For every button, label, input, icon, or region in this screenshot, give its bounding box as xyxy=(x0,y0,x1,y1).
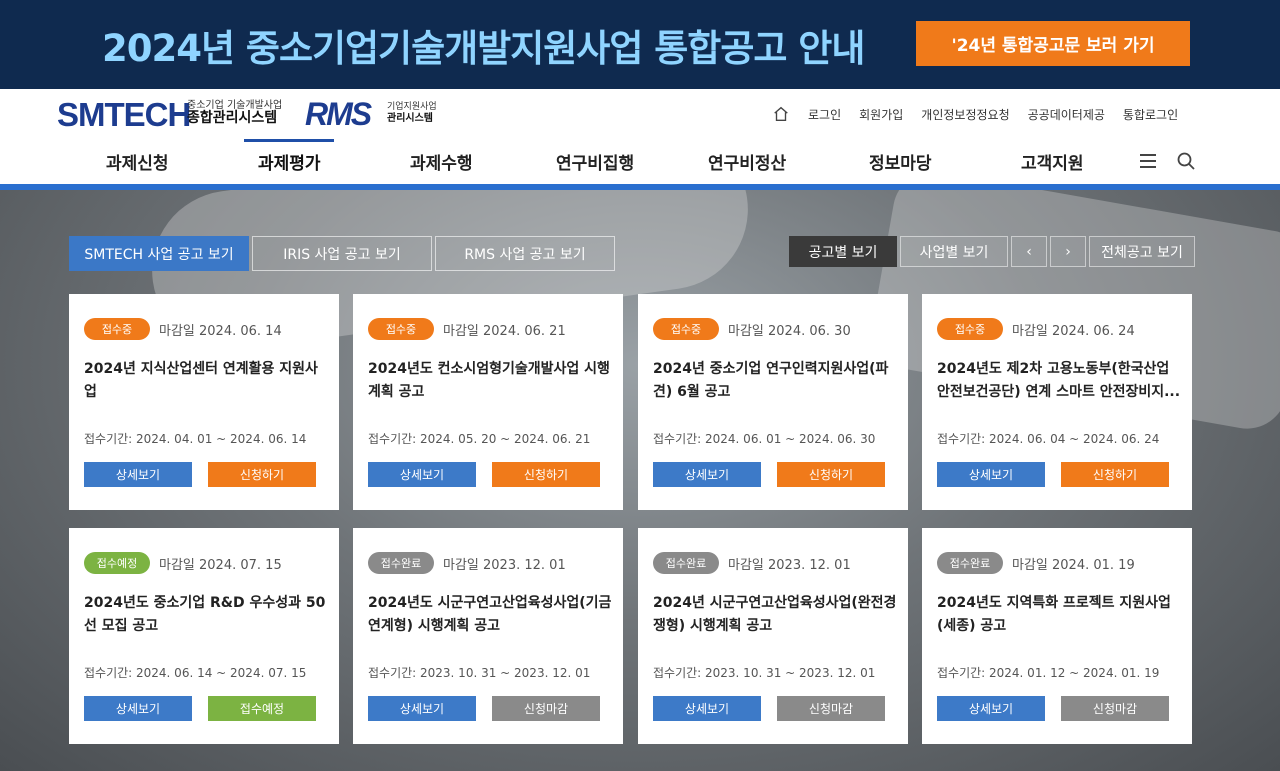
application-period: 접수기간: 2024. 05. 20 ~ 2024. 06. 21 xyxy=(368,432,591,446)
nav-task-execution[interactable]: 과제수행 xyxy=(410,149,473,174)
util-signup[interactable]: 회원가입 xyxy=(859,106,903,123)
detail-button[interactable]: 상세보기 xyxy=(653,462,761,487)
nav-customer-support[interactable]: 고객지원 xyxy=(1021,149,1084,174)
notice-title[interactable]: 2024년 중소기업 연구인력지원사업(파견) 6월 공고 xyxy=(653,358,898,404)
notice-title[interactable]: 2024년도 시군구연고산업육성사업(기금연계형) 시행계획 공고 xyxy=(368,592,613,638)
status-badge: 접수중 xyxy=(937,318,1003,340)
detail-button[interactable]: 상세보기 xyxy=(937,462,1045,487)
detail-button[interactable]: 상세보기 xyxy=(84,696,192,721)
notice-title[interactable]: 2024년도 중소기업 R&D 우수성과 50선 모집 공고 xyxy=(84,592,329,638)
view-all-notices-button[interactable]: 전체공고 보기 xyxy=(1089,236,1195,267)
application-period: 접수기간: 2024. 06. 01 ~ 2024. 06. 30 xyxy=(653,432,876,446)
rms-logo[interactable]: RMS xyxy=(305,96,372,133)
detail-button[interactable]: 상세보기 xyxy=(937,696,1045,721)
status-badge: 접수완료 xyxy=(937,552,1003,574)
notice-card: 접수중 마감일 2024. 06. 21 2024년도 컨소시엄형기술개발사업 시행… xyxy=(353,294,623,510)
utility-menu: 로그인 회원가입 개인정보정정요청 공공데이터제공 통합로그인 xyxy=(772,105,1178,123)
apply-button[interactable]: 신청하기 xyxy=(777,462,885,487)
apply-button[interactable]: 접수예정 xyxy=(208,696,316,721)
notice-title[interactable]: 2024년도 컨소시엄형기술개발사업 시행계획 공고 xyxy=(368,358,613,404)
detail-button[interactable]: 상세보기 xyxy=(653,696,761,721)
view-controls: 공고별 보기 사업별 보기 ‹ › 전체공고 보기 xyxy=(789,236,1195,267)
notice-card: 접수중 마감일 2024. 06. 24 2024년도 제2차 고용노동부(한국산업… xyxy=(922,294,1192,510)
deadline-text: 마감일 2024. 07. 15 xyxy=(159,558,282,573)
detail-button[interactable]: 상세보기 xyxy=(84,462,192,487)
deadline-text: 마감일 2023. 12. 01 xyxy=(728,558,851,573)
notice-section: SMTECH 사업 공고 보기 IRIS 사업 공고 보기 RMS 사업 공고 … xyxy=(0,190,1280,771)
deadline-text: 마감일 2024. 01. 19 xyxy=(1012,558,1135,573)
status-badge: 접수중 xyxy=(368,318,434,340)
notice-card: 접수완료 마감일 2024. 01. 19 2024년도 지역특화 프로젝트 지원사… xyxy=(922,528,1192,744)
prev-page-button[interactable]: ‹ xyxy=(1011,236,1047,267)
nav-fund-execution[interactable]: 연구비집행 xyxy=(556,149,634,174)
site-header: SMTECH 중소기업 기술개발사업 종합관리시스템 RMS 기업지원사업 관리… xyxy=(0,89,1280,184)
util-privacy-request[interactable]: 개인정보정정요청 xyxy=(921,106,1009,123)
util-public-data[interactable]: 공공데이터제공 xyxy=(1028,106,1105,123)
banner-notice-button[interactable]: '24년 통합공고문 보러 가기 xyxy=(916,21,1190,66)
status-badge: 접수완료 xyxy=(653,552,719,574)
detail-button[interactable]: 상세보기 xyxy=(368,696,476,721)
util-integrated-login[interactable]: 통합로그인 xyxy=(1123,106,1178,123)
top-banner: 2024년 중소기업기술개발지원사업 통합공고 안내 '24년 통합공고문 보러… xyxy=(0,0,1280,89)
main-navigation: 과제신청 과제평가 과제수행 연구비집행 연구비정산 정보마당 고객지원 xyxy=(0,139,1280,184)
notice-card: 접수완료 마감일 2023. 12. 01 2024년도 시군구연고산업육성사업(기… xyxy=(353,528,623,744)
notice-card: 접수완료 마감일 2023. 12. 01 2024년 시군구연고산업육성사업(완전… xyxy=(638,528,908,744)
next-page-button[interactable]: › xyxy=(1050,236,1086,267)
view-by-notice-button[interactable]: 공고별 보기 xyxy=(789,236,897,267)
notice-title[interactable]: 2024년 지식산업센터 연계활용 지원사업 xyxy=(84,358,329,404)
status-badge: 접수중 xyxy=(653,318,719,340)
deadline-text: 마감일 2023. 12. 01 xyxy=(443,558,566,573)
status-badge: 접수중 xyxy=(84,318,150,340)
application-period: 접수기간: 2024. 06. 04 ~ 2024. 06. 24 xyxy=(937,432,1160,446)
notice-card: 접수중 마감일 2024. 06. 30 2024년 중소기업 연구인력지원사업(파… xyxy=(638,294,908,510)
detail-button[interactable]: 상세보기 xyxy=(368,462,476,487)
apply-button[interactable]: 신청마감 xyxy=(777,696,885,721)
nav-active-indicator xyxy=(244,139,334,142)
smtech-logo[interactable]: SMTECH xyxy=(57,96,191,134)
home-icon[interactable] xyxy=(772,105,790,123)
notice-card: 접수예정 마감일 2024. 07. 15 2024년도 중소기업 R&D 우수성과… xyxy=(69,528,339,744)
tab-smtech-notices[interactable]: SMTECH 사업 공고 보기 xyxy=(69,236,249,271)
view-by-project-button[interactable]: 사업별 보기 xyxy=(900,236,1008,267)
tab-iris-notices[interactable]: IRIS 사업 공고 보기 xyxy=(252,236,432,271)
apply-button[interactable]: 신청하기 xyxy=(1061,462,1169,487)
deadline-text: 마감일 2024. 06. 30 xyxy=(728,324,851,339)
banner-title: 2024년 중소기업기술개발지원사업 통합공고 안내 xyxy=(102,27,865,70)
apply-button[interactable]: 신청마감 xyxy=(492,696,600,721)
nav-task-apply[interactable]: 과제신청 xyxy=(106,149,169,174)
notice-title[interactable]: 2024년도 지역특화 프로젝트 지원사업(세종) 공고 xyxy=(937,592,1182,638)
notice-card: 접수중 마감일 2024. 06. 14 2024년 지식산업센터 연계활용 지원사… xyxy=(69,294,339,510)
util-login[interactable]: 로그인 xyxy=(808,106,841,123)
status-badge: 접수완료 xyxy=(368,552,434,574)
application-period: 접수기간: 2024. 06. 14 ~ 2024. 07. 15 xyxy=(84,666,307,680)
application-period: 접수기간: 2023. 10. 31 ~ 2023. 12. 01 xyxy=(368,666,591,680)
application-period: 접수기간: 2023. 10. 31 ~ 2023. 12. 01 xyxy=(653,666,876,680)
deadline-text: 마감일 2024. 06. 21 xyxy=(443,324,566,339)
nav-icons xyxy=(1138,151,1196,171)
rms-sub-line2: 관리시스템 xyxy=(387,113,433,124)
smtech-logo-subtitle: 중소기업 기술개발사업 종합관리시스템 xyxy=(187,99,282,125)
apply-button[interactable]: 신청하기 xyxy=(492,462,600,487)
notice-title[interactable]: 2024년 시군구연고산업육성사업(완전경쟁형) 시행계획 공고 xyxy=(653,592,898,638)
system-tabs: SMTECH 사업 공고 보기 IRIS 사업 공고 보기 RMS 사업 공고 … xyxy=(69,236,615,271)
apply-button[interactable]: 신청하기 xyxy=(208,462,316,487)
nav-info[interactable]: 정보마당 xyxy=(869,149,932,174)
deadline-text: 마감일 2024. 06. 14 xyxy=(159,324,282,339)
tab-rms-notices[interactable]: RMS 사업 공고 보기 xyxy=(435,236,615,271)
status-badge: 접수예정 xyxy=(84,552,150,574)
notice-title[interactable]: 2024년도 제2차 고용노동부(한국산업안전보건공단) 연계 스마트 안전장비… xyxy=(937,358,1182,404)
search-icon[interactable] xyxy=(1176,151,1196,171)
apply-button[interactable]: 신청마감 xyxy=(1061,696,1169,721)
nav-fund-settlement[interactable]: 연구비정산 xyxy=(708,149,786,174)
application-period: 접수기간: 2024. 04. 01 ~ 2024. 06. 14 xyxy=(84,432,307,446)
nav-task-evaluation[interactable]: 과제평가 xyxy=(258,149,321,174)
menu-icon[interactable] xyxy=(1138,151,1158,171)
deadline-text: 마감일 2024. 06. 24 xyxy=(1012,324,1135,339)
smtech-sub-line2: 종합관리시스템 xyxy=(187,110,278,126)
rms-sub-line1: 기업지원사업 xyxy=(387,102,437,112)
application-period: 접수기간: 2024. 01. 12 ~ 2024. 01. 19 xyxy=(937,666,1160,680)
rms-logo-subtitle: 기업지원사업 관리시스템 xyxy=(387,101,437,125)
